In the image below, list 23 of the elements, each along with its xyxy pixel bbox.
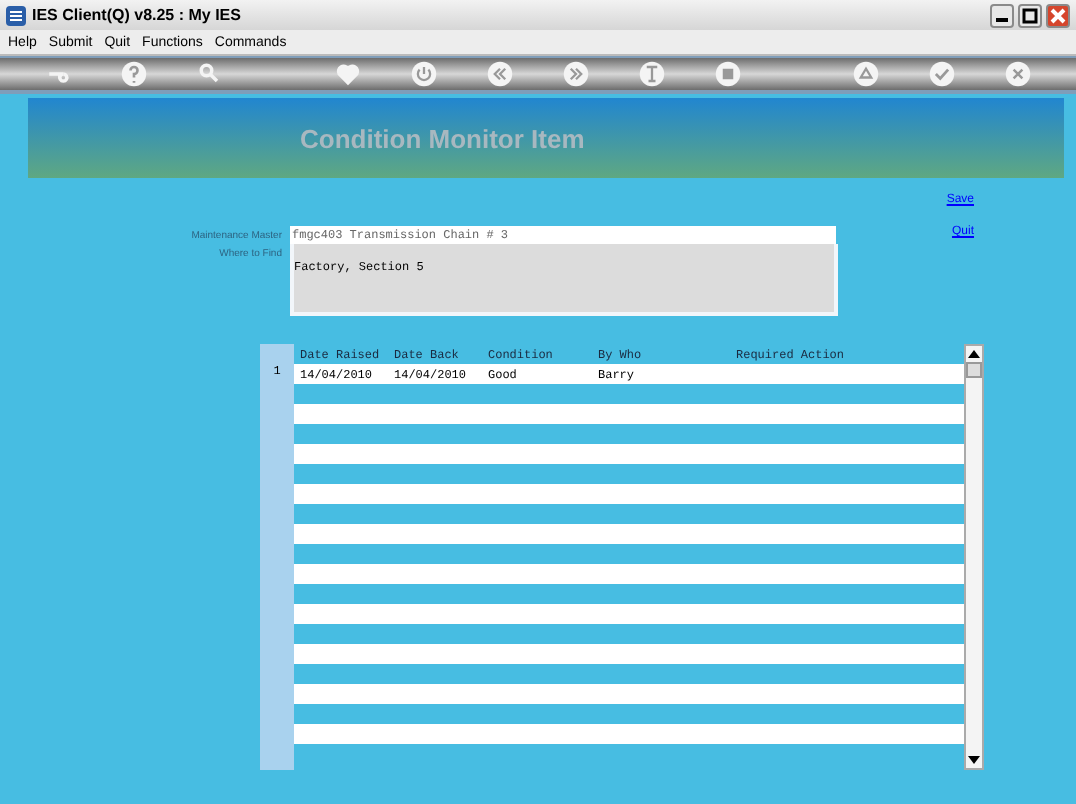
window-title: IES Client(Q) v8.25 : My IES [32,6,243,24]
search-icon[interactable] [196,60,224,88]
page-title: Condition Monitor Item [300,123,585,153]
fast-forward-icon[interactable] [562,60,590,88]
scrollbar[interactable] [964,344,984,770]
heart-icon[interactable] [334,60,362,88]
close-icon [1050,7,1066,23]
scroll-down-icon[interactable] [968,756,980,764]
app-icon [6,5,26,25]
close-icon[interactable] [1004,60,1032,88]
scroll-up-icon[interactable] [968,350,980,358]
stop-icon[interactable] [714,60,742,88]
maximize-button[interactable] [1018,3,1042,27]
rewind-icon[interactable] [486,60,514,88]
maximize-icon [1022,7,1038,23]
minimize-icon [996,18,1008,22]
close-button[interactable] [1046,3,1070,27]
check-icon[interactable] [928,60,956,88]
power-icon[interactable] [410,60,438,88]
help-icon[interactable] [120,60,148,88]
text-cursor-icon[interactable] [638,60,666,88]
minimize-button[interactable] [990,3,1014,27]
scroll-thumb[interactable] [966,362,982,378]
